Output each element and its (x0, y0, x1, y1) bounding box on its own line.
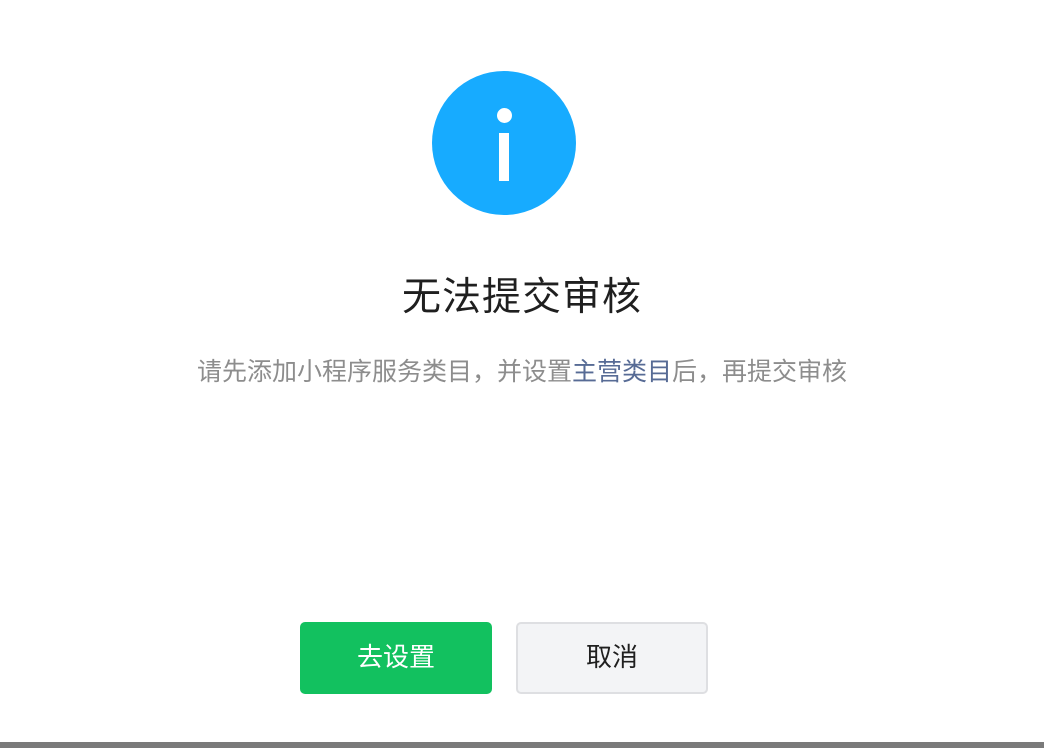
go-settings-button[interactable]: 去设置 (300, 622, 492, 694)
info-icon (432, 71, 576, 215)
dialog-title: 无法提交审核 (401, 275, 642, 320)
dialog-description: 请先添加小程序服务类目，并设置主营类目后，再提交审核 (0, 354, 1044, 390)
info-icon-dot (496, 108, 512, 123)
description-text-after: 后，再提交审核 (672, 357, 848, 386)
description-text-before: 请先添加小程序服务类目，并设置 (196, 357, 572, 386)
bottom-edge-bar (0, 742, 1044, 748)
cancel-button[interactable]: 取消 (516, 622, 708, 694)
main-category-link[interactable]: 主营类目 (572, 357, 672, 386)
info-icon-bar (499, 133, 509, 181)
submit-review-dialog: 无法提交审核 请先添加小程序服务类目，并设置主营类目后，再提交审核 去设置 取消 (0, 0, 1044, 742)
